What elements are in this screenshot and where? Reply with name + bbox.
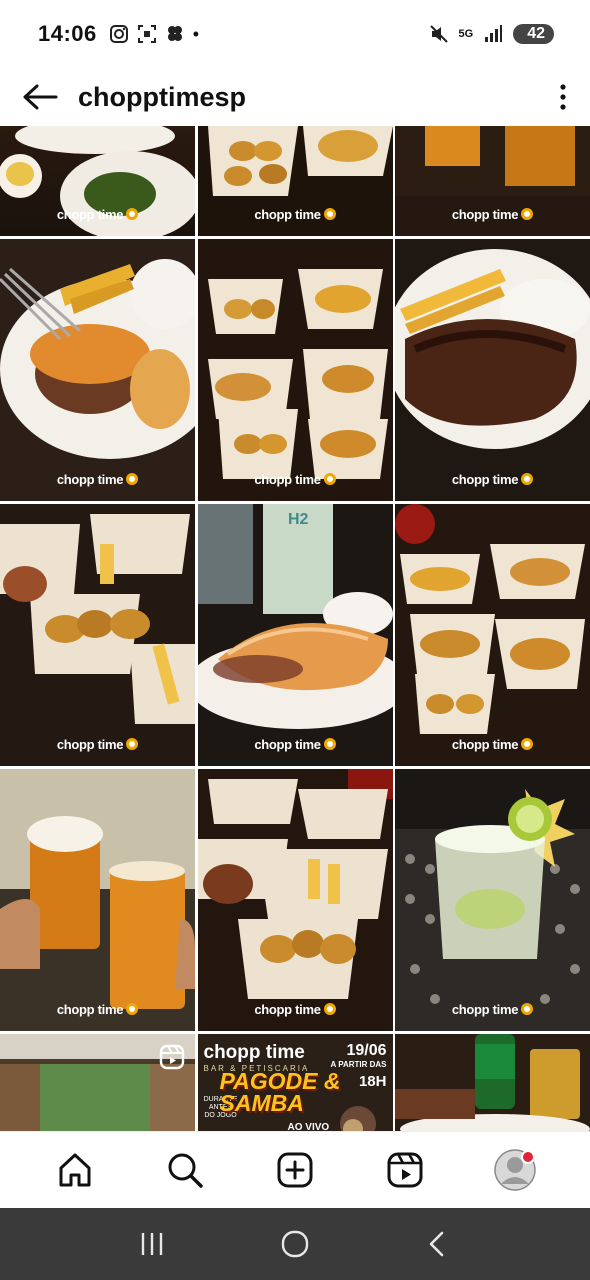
brand-watermark: chopp time <box>395 472 590 487</box>
food-image <box>395 239 590 501</box>
food-image: H2 <box>197 504 393 766</box>
nav-reels[interactable] <box>383 1148 427 1192</box>
bottom-navigation <box>0 1131 590 1208</box>
grid-post[interactable]: chopp time <box>395 504 590 766</box>
food-image <box>197 769 393 1031</box>
grid-post[interactable]: chopp time <box>0 239 195 501</box>
sys-recents-button[interactable] <box>132 1224 172 1264</box>
food-image <box>395 1034 590 1131</box>
food-image <box>395 769 590 1031</box>
back-chevron-icon <box>430 1231 444 1257</box>
network-label: 5G <box>458 28 474 40</box>
brand-watermark: chopp time <box>395 737 590 752</box>
nav-home[interactable] <box>53 1148 97 1192</box>
flyer-date: 19/06 A PARTIR DAS 18H <box>330 1042 387 1090</box>
profile-username: chopptimesp <box>78 81 247 112</box>
brand-watermark: chopp time <box>198 472 393 487</box>
brand-watermark: chopp time <box>0 737 195 752</box>
mute-icon <box>429 25 448 43</box>
status-bar: 14:06 • 5G 42 <box>0 0 590 68</box>
flyer-ao-vivo: AO VIVO <box>287 1122 330 1131</box>
brand-watermark: chopp time <box>198 207 393 222</box>
create-icon <box>277 1152 313 1188</box>
brand-watermark: chopp time <box>198 1002 393 1017</box>
status-time: 14:06 <box>38 21 97 46</box>
instagram-icon <box>109 25 128 43</box>
recents-icon <box>141 1233 162 1255</box>
reels-icon <box>387 1152 423 1188</box>
brand-watermark: chopp time <box>0 207 195 222</box>
brand-watermark: chopp time <box>395 1002 590 1017</box>
brand-watermark: chopp time <box>0 472 195 487</box>
grid-post[interactable]: chopp time <box>197 126 393 236</box>
grid-post[interactable]: chopp time <box>0 504 195 766</box>
grid-post[interactable]: chopp time <box>395 239 590 501</box>
profile-avatar <box>494 1149 536 1191</box>
grid-post[interactable]: chopp time <box>395 126 590 236</box>
status-dot: • <box>192 23 200 44</box>
brand-watermark: chopp time <box>198 737 393 752</box>
clover-icon <box>167 26 182 41</box>
search-icon <box>168 1153 203 1188</box>
flyer-headline: PAGODE & SAMBA <box>219 1068 341 1116</box>
sys-back-button[interactable] <box>418 1224 458 1264</box>
more-vertical-icon[interactable] <box>558 82 568 112</box>
battery-icon: 42 <box>513 24 554 44</box>
system-navigation <box>0 1208 590 1280</box>
grid-post[interactable]: chopp time <box>197 769 393 1031</box>
svg-text:H2: H2 <box>288 511 309 528</box>
food-image <box>197 239 393 501</box>
grid-post[interactable] <box>395 1034 590 1131</box>
food-image <box>0 239 195 501</box>
nav-search[interactable] <box>163 1148 207 1192</box>
sys-home-button[interactable] <box>275 1224 315 1264</box>
food-image <box>395 504 590 766</box>
signal-icon <box>485 25 503 42</box>
home-circle-icon <box>281 1230 309 1258</box>
grid-post[interactable] <box>0 1034 195 1131</box>
grid-post[interactable]: chopp time <box>395 769 590 1031</box>
grid-post[interactable]: H2 chopp time <box>197 504 393 766</box>
post-grid: chopp time chopp time chopp time chopp t… <box>0 126 590 1131</box>
grid-post[interactable]: chopp time <box>0 769 195 1031</box>
food-image <box>0 769 195 1031</box>
nav-create[interactable] <box>273 1148 317 1192</box>
arrow-left-icon[interactable] <box>22 82 58 112</box>
grid-post[interactable]: chopp time <box>0 126 195 236</box>
nav-profile[interactable] <box>493 1148 537 1192</box>
reels-badge-icon <box>159 1044 185 1070</box>
brand-watermark: chopp time <box>0 1002 195 1017</box>
scan-icon <box>137 25 156 43</box>
grid-post[interactable]: chopp time BAR & PETISCARIA DURANTE ANTE… <box>197 1034 393 1131</box>
brand-watermark: chopp time <box>395 207 590 222</box>
profile-header: chopptimesp <box>0 68 590 126</box>
food-image <box>0 504 195 766</box>
home-icon <box>59 1153 91 1187</box>
grid-post[interactable]: chopp time <box>197 239 393 501</box>
